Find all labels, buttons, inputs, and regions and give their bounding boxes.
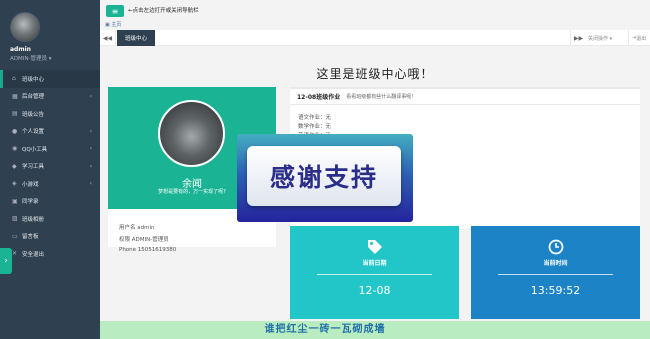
grid-icon: ▦ — [12, 92, 18, 100]
current-date-tile: 当前日期 12-08 — [290, 226, 459, 319]
sidebar-item-label: 小游戏 — [22, 181, 39, 188]
sidebar-item-announcements[interactable]: ▤ 班级公告 — [0, 105, 100, 123]
sidebar-item-personal-settings[interactable]: ● 个人设置 ‹ — [0, 123, 100, 141]
sidebar-item-admin[interactable]: ▦ 后台管理 ‹ — [0, 88, 100, 106]
thanks-popup[interactable]: 感谢支持 — [237, 134, 413, 222]
exit-button[interactable]: ⇥ 退出 — [628, 30, 646, 46]
double-left-icon: ◀◀ — [102, 34, 113, 42]
sidebar-item-class-center[interactable]: ⌂ 班级中心 — [0, 70, 100, 88]
current-time-label: 当前时间 — [543, 260, 568, 267]
close-icon: ✕ — [12, 250, 18, 258]
sidebar-item-label: QQ小工具 — [22, 146, 48, 153]
sidebar-item-label: 留言板 — [22, 234, 39, 241]
double-right-icon: ▶▶ — [573, 34, 584, 42]
clock-icon — [548, 239, 563, 255]
sidebar-item-label: 后台管理 — [22, 94, 45, 101]
footer-banner: 谁把红尘一砖一瓦砌成墙 — [0, 321, 650, 339]
chevron-right-icon[interactable]: › — [0, 248, 12, 274]
sidebar-item-label: 班级中心 — [22, 76, 45, 83]
bell-icon: ▤ — [12, 110, 18, 118]
sidebar: admin ADMIN-管理员 ▾ ⌂ 班级中心 ▦ 后台管理 ‹ ▤ 班级公告 ● 个人… — [0, 0, 100, 321]
homework-title: 12-08班级作业 — [297, 94, 341, 101]
chevron-left-icon: ‹ — [89, 92, 92, 100]
qq-icon: ◉ — [12, 145, 18, 153]
top-bar: ≡ ←点击左边打开或关闭导航栏 ▣ 主页 — [100, 0, 650, 30]
sidebar-nav: ⌂ 班级中心 ▦ 后台管理 ‹ ▤ 班级公告 ● 个人设置 ‹ ◉ QQ小工具 ‹ ◆ 学习工具 ‹… — [0, 70, 100, 263]
sidebar-item-study-tools[interactable]: ◆ 学习工具 ‹ — [0, 158, 100, 176]
sidebar-item-label: 同学录 — [22, 199, 39, 206]
sidebar-item-label: 安全退出 — [22, 251, 45, 258]
sidebar-item-label: 学习工具 — [22, 164, 45, 171]
footer-text: 谁把红尘一砖一瓦砌成墙 — [264, 324, 386, 335]
sidebar-item-mini-games[interactable]: ◈ 小游戏 ‹ — [0, 175, 100, 193]
tab-scroll-left-button[interactable]: ◀◀ — [100, 30, 116, 46]
sidebar-username: admin — [10, 46, 31, 53]
tab-class-center[interactable]: 班级中心 — [117, 30, 156, 46]
chevron-left-icon: ‹ — [89, 127, 92, 135]
homework-line: 数学作业：无 — [298, 124, 332, 130]
hamburger-icon: ≡ — [111, 6, 119, 16]
profile-username: 用户名 admin — [119, 225, 155, 231]
chevron-left-icon: ‹ — [89, 145, 92, 153]
home-icon: ⌂ — [12, 75, 16, 83]
sidebar-item-album[interactable]: ▨ 班级相册 — [0, 210, 100, 228]
sidebar-item-label: 班级相册 — [22, 216, 45, 223]
image-icon: ▨ — [12, 215, 18, 223]
thanks-text: 感谢支持 — [269, 163, 378, 192]
tab-scroll-right-button[interactable]: ▶▶ — [570, 30, 586, 46]
sidebar-profile: admin ADMIN-管理员 ▾ — [0, 0, 100, 70]
user-icon: ● — [12, 127, 18, 135]
divider — [317, 274, 432, 275]
tab-bar: ◀◀ 班级中心 ▶▶ 关闭操作 ▾ ⇥ 退出 — [100, 30, 650, 46]
menu-toggle-button[interactable]: ≡ — [106, 5, 124, 17]
sidebar-user-role[interactable]: ADMIN-管理员 ▾ — [10, 54, 51, 62]
gamepad-icon: ◈ — [12, 180, 17, 188]
divider — [498, 274, 613, 275]
chevron-left-icon: ‹ — [89, 180, 92, 188]
current-date-value: 12-08 — [358, 284, 391, 297]
chevron-left-icon: ‹ — [89, 162, 92, 170]
current-date-label: 当前日期 — [362, 260, 387, 267]
comment-icon: ▭ — [12, 232, 18, 240]
profile-role: 权限 ADMIN-管理员 — [119, 237, 169, 243]
sidebar-item-message-board[interactable]: ▭ 留言板 — [0, 228, 100, 246]
homework-header: 12-08班级作业 看看班级都有些什么翻译事呢! — [290, 89, 640, 105]
graduation-cap-icon: ◆ — [12, 162, 17, 170]
sidebar-item-classmates[interactable]: ▣ 同学录 — [0, 193, 100, 211]
current-time-value: 13:59:52 — [530, 284, 581, 297]
profile-avatar — [158, 100, 225, 167]
current-time-tile: 当前时间 13:59:52 — [471, 226, 640, 319]
close-operations-dropdown[interactable]: 关闭操作 ▾ — [588, 30, 612, 46]
avatar[interactable] — [10, 12, 40, 42]
sidebar-item-logout[interactable]: ✕ 安全退出 — [0, 245, 100, 263]
tag-icon — [367, 240, 382, 254]
sidebar-item-label: 班级公告 — [22, 111, 45, 118]
homework-subtitle: 看看班级都有些什么翻译事呢! — [346, 94, 414, 100]
sidebar-item-label: 个人设置 — [22, 129, 45, 136]
profile-phone: Phone 15051619380 — [119, 247, 177, 253]
sidebar-item-qq-tools[interactable]: ◉ QQ小工具 ‹ — [0, 140, 100, 158]
home-link[interactable]: ▣ 主页 — [105, 21, 121, 28]
menu-hint-text: ←点击左边打开或关闭导航栏 — [128, 8, 199, 14]
book-icon: ▣ — [12, 197, 18, 205]
homework-line: 语文作业：无 — [298, 115, 332, 121]
page-title: 这里是班级中心哦！ — [316, 67, 434, 81]
